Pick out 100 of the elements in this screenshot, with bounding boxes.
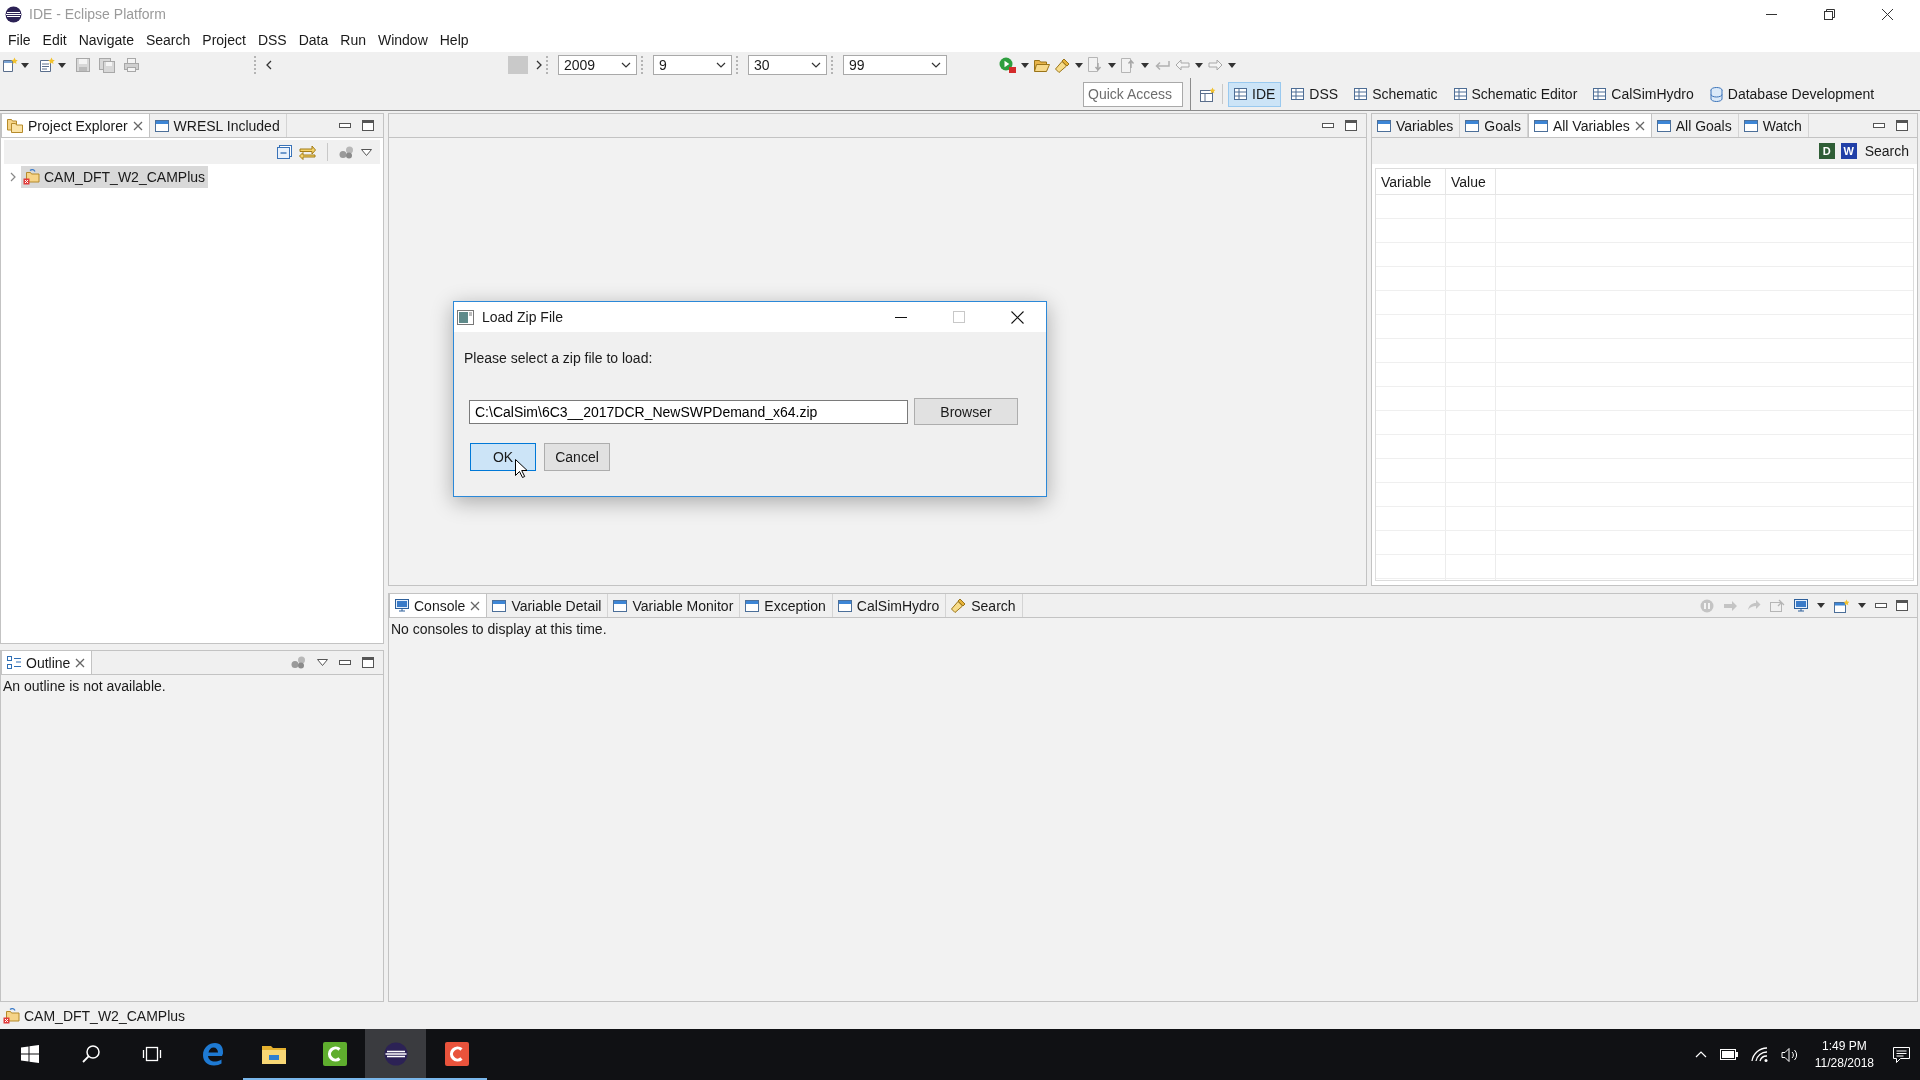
- combo-box[interactable]: 30: [748, 55, 827, 75]
- view-tab[interactable]: Variable Detail: [487, 594, 609, 617]
- view-tab[interactable]: Search: [946, 594, 1023, 617]
- view-tab[interactable]: Watch: [1738, 114, 1809, 137]
- view-tab[interactable]: All Variables: [1527, 114, 1652, 137]
- view-tab[interactable]: Variables: [1372, 114, 1461, 137]
- close-icon[interactable]: [470, 600, 481, 611]
- menu-item[interactable]: File: [2, 31, 37, 49]
- perspective-button[interactable]: IDE: [1228, 81, 1282, 107]
- caret-icon[interactable]: [1195, 62, 1203, 68]
- view-tab[interactable]: WRESL Included: [149, 114, 287, 137]
- browse-button[interactable]: Browser: [914, 398, 1018, 425]
- caret-icon[interactable]: [1075, 62, 1083, 68]
- clock[interactable]: 1:49 PM 11/28/2018: [1810, 1037, 1878, 1072]
- close-icon[interactable]: [132, 120, 143, 131]
- wifi-icon[interactable]: [1750, 1047, 1768, 1062]
- caret-icon[interactable]: [1141, 62, 1149, 68]
- maximize-icon[interactable]: [1345, 120, 1357, 131]
- new-file-icon[interactable]: [2, 57, 18, 73]
- menu-item[interactable]: Edit: [36, 31, 73, 49]
- swap-arrows-icon[interactable]: [299, 144, 316, 160]
- letter-tile-button[interactable]: W: [1840, 143, 1857, 159]
- dialog-button[interactable]: Cancel: [544, 443, 610, 471]
- four-panes-icon: [21, 1044, 39, 1063]
- perspective-button[interactable]: Schematic: [1348, 81, 1444, 107]
- chevron-left-icon[interactable]: [266, 60, 272, 70]
- dialog-button[interactable]: OK: [470, 443, 536, 471]
- view-tab[interactable]: Console: [389, 594, 488, 617]
- search-button[interactable]: Search: [1862, 143, 1911, 159]
- view-tab[interactable]: Exception: [740, 594, 833, 617]
- menu-item[interactable]: Project: [196, 31, 252, 49]
- chevron-up-icon[interactable]: [1694, 1051, 1707, 1058]
- caret-icon: [811, 62, 821, 68]
- view-menu-icon[interactable]: [317, 659, 328, 666]
- view-tab[interactable]: Variable Monitor: [608, 594, 741, 617]
- caret-icon[interactable]: [1021, 62, 1029, 68]
- column-header[interactable]: Variable: [1376, 169, 1446, 194]
- close-icon[interactable]: [75, 657, 86, 668]
- caret-icon[interactable]: [1108, 62, 1116, 68]
- table-icon: [1354, 88, 1368, 100]
- collapse-all-icon[interactable]: [277, 145, 292, 159]
- window-icon: [837, 599, 852, 612]
- flashlight-icon[interactable]: [1055, 57, 1070, 73]
- menu-item[interactable]: Data: [292, 31, 335, 49]
- new-project-icon[interactable]: [39, 57, 55, 73]
- run-icon[interactable]: [999, 57, 1016, 73]
- minimize-icon[interactable]: [339, 660, 351, 665]
- view-tab[interactable]: CalSimHydro: [832, 594, 947, 617]
- view-tab[interactable]: Goals: [1460, 114, 1528, 137]
- chevron-right-icon[interactable]: [536, 60, 542, 70]
- quick-access-field[interactable]: Quick Access: [1083, 81, 1183, 107]
- view-menu-icon[interactable]: [361, 148, 372, 156]
- minimize-icon[interactable]: [1322, 123, 1334, 128]
- minimize-icon[interactable]: [1873, 123, 1885, 128]
- view-tab[interactable]: Outline: [1, 651, 93, 674]
- menu-item[interactable]: Search: [139, 31, 197, 49]
- caret-icon[interactable]: [58, 62, 66, 68]
- menu-item[interactable]: Navigate: [72, 31, 140, 49]
- speaker-icon[interactable]: [1780, 1047, 1798, 1062]
- combo-box[interactable]: 2009: [558, 55, 637, 75]
- caret-icon[interactable]: [1228, 62, 1236, 68]
- battery-icon[interactable]: [1719, 1049, 1738, 1060]
- perspective-button[interactable]: Database Development: [1703, 81, 1881, 107]
- maximize-icon[interactable]: [1896, 120, 1908, 131]
- file-path-field[interactable]: C:\CalSim\6C3__2017DCR_NewSWPDemand_x64.zip: [469, 399, 908, 424]
- circles-icon[interactable]: [339, 145, 354, 159]
- combo-box[interactable]: 9: [653, 55, 732, 75]
- taskbar-app-button[interactable]: [365, 1029, 426, 1080]
- tree-item[interactable]: CAM_DFT_W2_CAMPlus: [21, 166, 209, 188]
- maximize-icon[interactable]: [1896, 600, 1908, 611]
- perspective-button[interactable]: Schematic Editor: [1447, 81, 1584, 107]
- message-icon[interactable]: [1893, 1046, 1910, 1063]
- menu-item[interactable]: Window: [371, 31, 434, 49]
- caret-icon[interactable]: [1858, 603, 1866, 608]
- new-window-icon[interactable]: [1834, 598, 1849, 613]
- close-icon[interactable]: [1634, 120, 1645, 131]
- window-icon: [154, 119, 169, 132]
- monitor-icon[interactable]: [1794, 599, 1808, 612]
- minimize-icon[interactable]: [339, 123, 351, 128]
- view-tab[interactable]: All Goals: [1651, 114, 1739, 137]
- maximize-icon[interactable]: [362, 657, 374, 668]
- minimize-icon[interactable]: [1875, 603, 1887, 608]
- column-header[interactable]: Value: [1446, 169, 1496, 194]
- combo-box[interactable]: 99: [843, 55, 947, 75]
- perspective-button[interactable]: DSS: [1285, 81, 1345, 107]
- view-tab[interactable]: Project Explorer: [1, 114, 150, 137]
- menu-item[interactable]: Help: [433, 31, 475, 49]
- letter-tile-button[interactable]: D: [1818, 143, 1835, 159]
- perspective-button[interactable]: CalSimHydro: [1587, 81, 1700, 107]
- maximize-icon[interactable]: [362, 120, 374, 131]
- caret-icon[interactable]: [21, 62, 29, 68]
- folder-open-icon[interactable]: [1034, 58, 1050, 72]
- caret-icon: [621, 62, 631, 68]
- menu-item[interactable]: Run: [334, 31, 372, 49]
- folder-icon: [261, 1043, 286, 1064]
- circles-icon[interactable]: [291, 656, 306, 669]
- monitor-icon: [395, 599, 409, 612]
- caret-icon[interactable]: [1817, 603, 1825, 608]
- open-perspective-icon[interactable]: [1200, 86, 1216, 102]
- menu-item[interactable]: DSS: [251, 31, 293, 49]
